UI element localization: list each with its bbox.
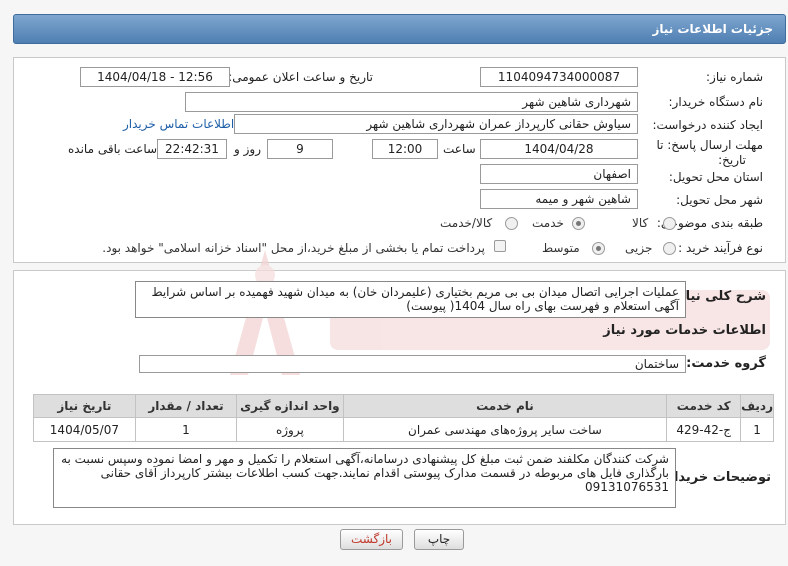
purchase-radio-medium[interactable] [592,242,605,255]
purchase-type-label: نوع فرآیند خرید : [678,241,763,255]
cell-date: 1404/05/07 [33,417,136,442]
treasury-payment-note: پرداخت تمام یا بخشی از مبلغ خرید،از محل … [102,241,485,255]
print-button[interactable]: چاپ [414,529,464,550]
buyer-notes-label: توضیحات خریدار: [661,470,771,485]
remaining-time-label: ساعت باقی مانده [68,142,158,156]
col-row: ردیف [740,394,774,418]
buyer-org-field: شهرداری شاهین شهر [185,92,638,112]
cell-name: ساخت سایر پروژه‌های مهندسی عمران [342,417,668,442]
remaining-days-label: روز و [234,142,261,156]
summary-label: شرح کلی نیاز: [672,289,766,304]
announce-datetime-field: 1404/04/18 - 12:56 [80,67,230,87]
announce-datetime-label: تاریخ و ساعت اعلان عمومی: [228,70,373,84]
requester-field: سیاوش حقانی کارپرداز عمران شهرداری شاهین… [234,114,638,134]
services-section-title: اطلاعات خدمات مورد نیاز [603,323,766,338]
col-name: نام خدمت [342,394,668,418]
deadline-label-line2: تاریخ: [718,153,746,167]
page: جزئیات اطلاعات نیاز شماره نیاز: 11040947… [0,0,788,566]
buyer-contact-link[interactable]: اطلاعات تماس خریدار [123,117,234,131]
category-radio-service[interactable] [572,217,585,230]
col-unit: واحد اندازه گیری [236,394,344,418]
cell-row: 1 [740,417,774,442]
category-radio-goods[interactable] [663,217,676,230]
col-qty: تعداد / مقدار [134,394,238,418]
deadline-time-field: 12:00 [372,139,438,159]
deadline-date-field: 1404/04/28 [480,139,638,159]
services-table-header: ردیف کد خدمت نام خدمت واحد اندازه گیری ت… [33,394,774,418]
purchase-radio-small[interactable] [663,242,676,255]
need-number-field: 1104094734000087 [480,67,638,87]
col-date: تاریخ نیاز [33,394,136,418]
cell-code: ج-42-429 [666,417,742,442]
buyer-notes-text: شرکت کنندگان مکلفند ضمن ثبت مبلغ کل پیشن… [53,448,676,508]
summary-text: عملیات اجرایی اتصال میدان بی بی مریم بخت… [135,281,686,318]
deadline-time-label: ساعت [443,142,476,156]
cell-unit: پروژه [236,417,344,442]
category-option-goods: کالا [632,216,649,230]
remaining-days-field: 9 [267,139,333,159]
need-info-panel [13,57,786,263]
city-field: شاهین شهر و میمه [480,189,638,209]
buyer-org-label: نام دستگاه خریدار: [668,95,764,109]
treasury-payment-checkbox[interactable] [494,240,506,252]
cell-qty: 1 [134,417,238,442]
requester-label: ایجاد کننده درخواست: [652,118,763,132]
table-row: 1 ج-42-429 ساخت سایر پروژه‌های مهندسی عم… [33,417,774,442]
service-group-field: ساختمان [139,355,686,373]
category-option-service: خدمت [532,216,564,230]
back-button[interactable]: بازگشت [340,529,403,550]
province-field: اصفهان [480,164,638,184]
page-title: جزئیات اطلاعات نیاز [652,22,773,36]
services-table: ردیف کد خدمت نام خدمت واحد اندازه گیری ت… [33,394,774,442]
category-option-goods-service: کالا/خدمت [440,216,493,230]
page-header: جزئیات اطلاعات نیاز [13,14,786,44]
remaining-time-field: 22:42:31 [157,139,227,159]
col-code: کد خدمت [666,394,742,418]
purchase-option-small: جزیی [625,241,653,255]
service-group-label: گروه خدمت: [686,356,766,371]
purchase-option-medium: متوسط [542,241,580,255]
province-label: استان محل تحویل: [668,170,763,184]
deadline-label-line1: مهلت ارسال پاسخ: تا [656,138,763,152]
need-number-label: شماره نیاز: [706,70,763,84]
category-radio-goods-service[interactable] [505,217,518,230]
city-label: شهر محل تحویل: [676,193,763,207]
